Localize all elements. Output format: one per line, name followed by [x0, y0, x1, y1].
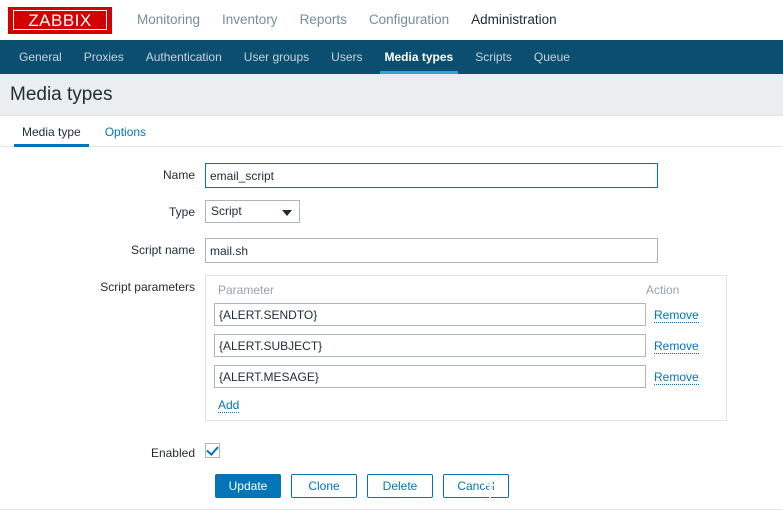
- logo-frame: ZABBIX: [13, 10, 107, 30]
- subnav-item-proxies[interactable]: Proxies: [73, 40, 135, 74]
- tab-label-options: Options: [105, 125, 146, 139]
- field-row-type: Type Script: [0, 200, 783, 226]
- update-button[interactable]: Update: [215, 474, 281, 498]
- subnav-item-authentication[interactable]: Authentication: [135, 40, 233, 74]
- subnav-item-users[interactable]: Users: [320, 40, 373, 74]
- remove-link-3[interactable]: Remove: [654, 370, 699, 385]
- column-header-action: Action: [642, 283, 718, 297]
- subnav-item-general[interactable]: General: [8, 40, 73, 74]
- mainnav-item-configuration[interactable]: Configuration: [358, 0, 460, 40]
- table-row: Remove: [214, 334, 718, 357]
- media-type-form: Name Type Script Script name Script para…: [0, 147, 783, 498]
- subnav-item-queue[interactable]: Queue: [523, 40, 581, 74]
- mainnav-label-reports: Reports: [300, 12, 347, 27]
- subnav-active-indicator: [380, 71, 459, 74]
- tab-options[interactable]: Options: [93, 126, 158, 146]
- page-header: Media types: [0, 74, 783, 116]
- subnav-item-user-groups[interactable]: User groups: [233, 40, 320, 74]
- control-name: [205, 163, 783, 188]
- subnav-label-authentication: Authentication: [146, 50, 222, 64]
- subnav-item-scripts[interactable]: Scripts: [464, 40, 523, 74]
- action-cell-1: Remove: [646, 308, 718, 322]
- cursor-cap-bottom: [484, 499, 496, 501]
- label-name: Name: [0, 163, 205, 182]
- control-script-parameters: Parameter Action Remove Remove: [205, 275, 783, 421]
- field-row-name: Name: [0, 163, 783, 188]
- subnav-label-general: General: [19, 50, 62, 64]
- tab-active-indicator: [14, 144, 89, 147]
- remove-link-2[interactable]: Remove: [654, 339, 699, 354]
- control-enabled: [205, 443, 783, 458]
- control-script-name: [205, 238, 783, 263]
- zabbix-logo[interactable]: ZABBIX: [8, 7, 112, 34]
- column-header-parameter: Parameter: [214, 283, 642, 297]
- top-header-bar: ZABBIX Monitoring Inventory Reports Conf…: [0, 0, 783, 40]
- label-enabled: Enabled: [0, 441, 205, 460]
- label-script-parameters: Script parameters: [0, 275, 205, 294]
- parameter-input-1[interactable]: [214, 303, 646, 326]
- mainnav-label-monitoring: Monitoring: [137, 12, 200, 27]
- subnav-item-media-types[interactable]: Media types: [374, 40, 465, 74]
- field-row-script-name: Script name: [0, 238, 783, 263]
- mainnav-item-administration[interactable]: Administration: [460, 0, 568, 40]
- enabled-checkbox[interactable]: [205, 443, 220, 458]
- parameter-input-3[interactable]: [214, 365, 646, 388]
- subnav-label-media-types: Media types: [385, 50, 454, 64]
- delete-button[interactable]: Delete: [367, 474, 433, 498]
- main-navigation: Monitoring Inventory Reports Configurati…: [126, 0, 568, 40]
- subnav-label-proxies: Proxies: [84, 50, 124, 64]
- chevron-down-icon: [282, 210, 292, 216]
- subnav-label-users: Users: [331, 50, 362, 64]
- table-header-row: Parameter Action: [214, 280, 718, 303]
- type-select[interactable]: Script: [205, 200, 300, 223]
- action-cell-2: Remove: [646, 339, 718, 353]
- script-parameters-table: Parameter Action Remove Remove: [205, 275, 727, 421]
- remove-link-1[interactable]: Remove: [654, 308, 699, 323]
- label-script-name: Script name: [0, 238, 205, 257]
- add-parameter-link[interactable]: Add: [218, 398, 239, 413]
- subnav-label-queue: Queue: [534, 50, 570, 64]
- form-button-row: Update Clone Delete Cancel: [0, 474, 783, 498]
- field-row-enabled: Enabled: [0, 441, 783, 460]
- mainnav-item-monitoring[interactable]: Monitoring: [126, 0, 211, 40]
- mainnav-label-administration: Administration: [471, 12, 557, 27]
- label-type: Type: [0, 200, 205, 219]
- sub-navigation: General Proxies Authentication User grou…: [0, 40, 783, 74]
- subnav-label-user-groups: User groups: [244, 50, 309, 64]
- page-title: Media types: [10, 84, 112, 106]
- parameter-input-2[interactable]: [214, 334, 646, 357]
- cancel-button[interactable]: Cancel: [443, 474, 509, 498]
- tab-label-media-type: Media type: [22, 125, 81, 139]
- type-select-value: Script: [211, 204, 242, 218]
- check-icon: [206, 443, 219, 456]
- mainnav-label-configuration: Configuration: [369, 12, 449, 27]
- mainnav-item-reports[interactable]: Reports: [289, 0, 358, 40]
- logo-text: ZABBIX: [28, 12, 91, 29]
- clone-button[interactable]: Clone: [291, 474, 357, 498]
- mainnav-label-inventory: Inventory: [222, 12, 278, 27]
- action-cell-3: Remove: [646, 370, 718, 384]
- field-row-script-parameters: Script parameters Parameter Action Remov…: [0, 275, 783, 421]
- bottom-divider: [0, 509, 783, 510]
- table-row: Remove: [214, 365, 718, 388]
- table-row: Remove: [214, 303, 718, 326]
- tab-media-type[interactable]: Media type: [10, 126, 93, 146]
- subnav-label-scripts: Scripts: [475, 50, 512, 64]
- name-input[interactable]: [205, 163, 658, 188]
- mainnav-item-inventory[interactable]: Inventory: [211, 0, 289, 40]
- control-type: Script: [205, 200, 783, 226]
- add-parameter-cell: Add: [214, 396, 718, 412]
- script-name-input[interactable]: [205, 238, 658, 263]
- form-tab-bar: Media type Options: [0, 116, 783, 147]
